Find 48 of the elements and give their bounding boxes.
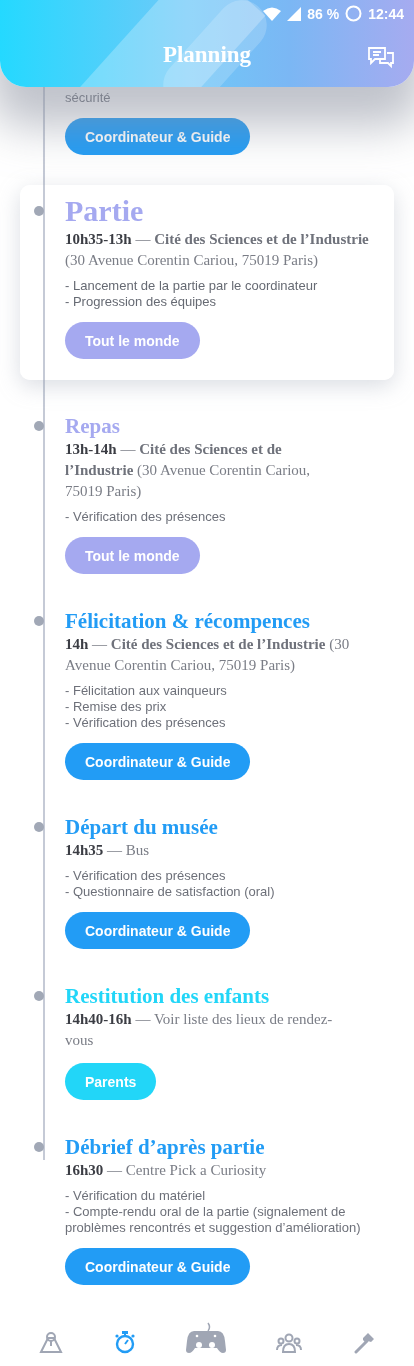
- timeline-dot: [34, 1142, 44, 1152]
- battery-level: 86 %: [307, 5, 340, 22]
- audience-button[interactable]: Coordinateur & Guide: [65, 118, 251, 155]
- audience-button[interactable]: Coordinateur & Guide: [65, 743, 251, 780]
- signal-icon: [287, 6, 302, 21]
- hammer-icon[interactable]: [352, 1332, 375, 1354]
- event-title: Repas: [65, 413, 120, 439]
- group-icon[interactable]: [276, 1332, 303, 1354]
- timeline-dot: [34, 822, 44, 832]
- map-pin-icon[interactable]: [39, 1330, 64, 1354]
- event-title: Félicitation & récompences: [65, 608, 310, 634]
- task-text: - Compte-rendu oral de la partie (signalement de problèmes rencontrés et suggestion d’amélioration): [65, 1204, 362, 1236]
- task-text: - Vérification des présences: [65, 509, 226, 525]
- event-details: 16h30 — Centre Pick a Curiosity: [65, 1161, 268, 1180]
- event-details: 14h40-16h — Voir liste des lieux de rendez-vous: [65, 1010, 334, 1050]
- event-title: Débrief d’après partie: [65, 1134, 265, 1160]
- event-details: 14h — Cité des Sciences et de l’Industrie (30 Avenue Corentin Cariou, 75019 Paris): [65, 635, 350, 675]
- event-title: Restitution des enfants: [65, 983, 270, 1009]
- wifi-icon: [263, 6, 282, 21]
- task-text: sécurité: [65, 90, 111, 106]
- audience-button[interactable]: Parents: [65, 1063, 157, 1100]
- task-text: - Félicitation aux vainqueurs: [65, 683, 227, 699]
- screen-title: Planning: [162, 42, 252, 68]
- timeline-dot: [34, 206, 44, 216]
- task-text: - Vérification des présences: [65, 715, 226, 731]
- event-details: 14h35 — Bus: [65, 841, 151, 860]
- timeline-dot: [34, 421, 44, 431]
- gamepad-icon[interactable]: [185, 1320, 226, 1354]
- audience-button[interactable]: Coordinateur & Guide: [65, 912, 251, 949]
- task-text: - Progression des équipes: [65, 294, 217, 310]
- clock-time: 12:44: [368, 5, 404, 22]
- audience-button[interactable]: Tout le monde: [65, 537, 200, 574]
- task-text: - Lancement de la partie par le coordinateur: [65, 278, 318, 294]
- timeline-dot: [34, 616, 44, 626]
- audience-button[interactable]: Tout le monde: [65, 322, 200, 359]
- event-details: 13h-14h — Cité des Sciences et de l’Industrie (30 Avenue Corentin Cariou, 75019 Paris): [65, 440, 312, 501]
- timeline-dot: [34, 991, 44, 1001]
- stopwatch-icon[interactable]: [113, 1330, 136, 1354]
- audience-button[interactable]: Coordinateur & Guide: [65, 1248, 251, 1285]
- event-title: Départ du musée: [65, 814, 218, 840]
- event-details: 10h35-13h — Cité des Sciences et de l’Industrie (30 Avenue Corentin Cariou, 75019 Paris): [65, 230, 370, 270]
- task-text: - Questionnaire de satisfaction (oral): [65, 884, 275, 900]
- task-text: - Remise des prix: [65, 699, 167, 715]
- task-text: - Vérification des présences: [65, 868, 226, 884]
- task-text: - Vérification du matériel: [65, 1188, 206, 1204]
- event-title: Partie: [65, 193, 144, 229]
- chat-icon[interactable]: [367, 45, 395, 71]
- battery-ring-icon: [345, 5, 363, 22]
